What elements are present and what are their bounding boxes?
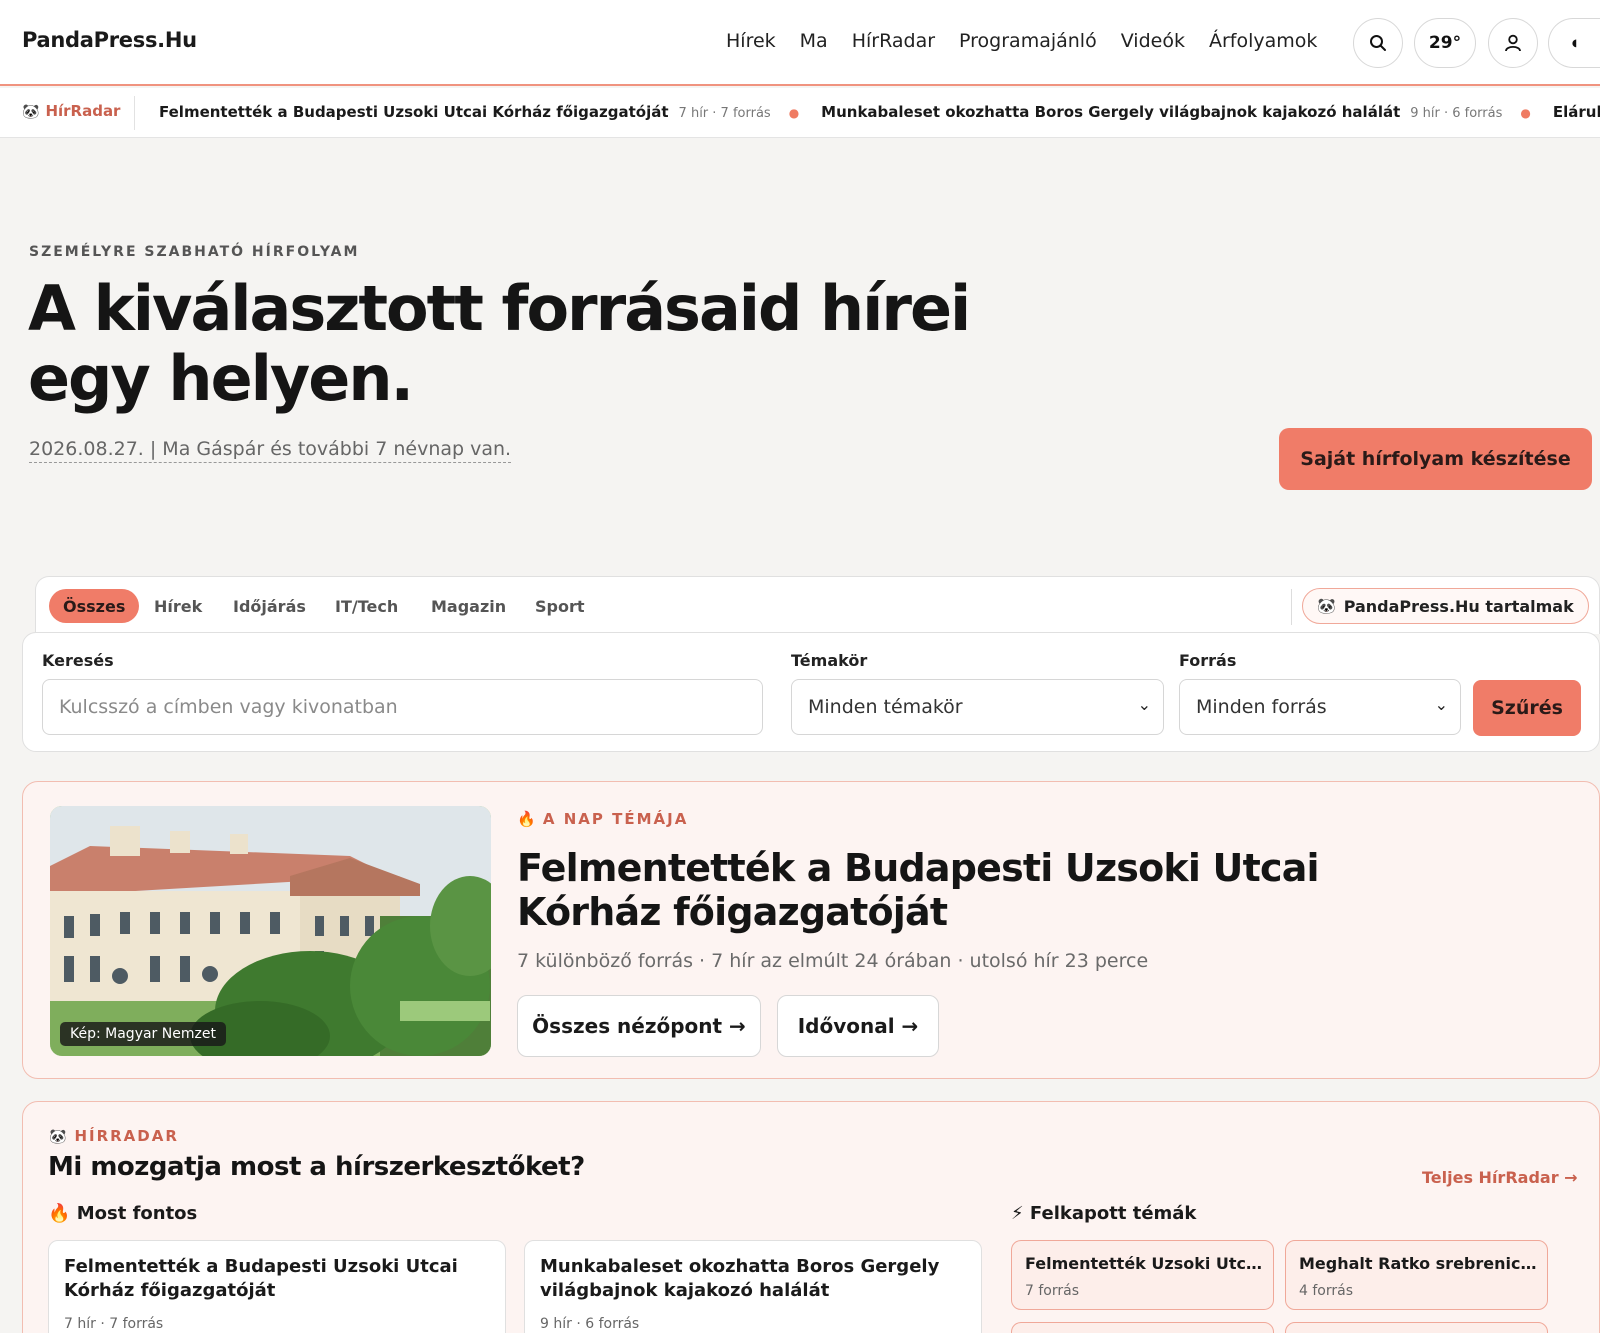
nav-ma[interactable]: Ma (800, 30, 828, 52)
trending-topic-meta: 7 forrás (1025, 1283, 1079, 1299)
source-select[interactable]: Minden forrás ⌄ (1179, 679, 1461, 735)
chevron-down-icon: ⌄ (1434, 695, 1448, 714)
hero-title: A kiválasztott forrásaid hírei egy helye… (28, 272, 971, 415)
bullet-icon: ● (788, 106, 800, 120)
own-content-toggle[interactable]: 🐼 PandaPress.Hu tartalmak (1302, 588, 1589, 624)
create-feed-button[interactable]: Saját hírfolyam készítése (1279, 428, 1592, 490)
search-icon (1370, 35, 1386, 51)
ticker-meta: 7 hír · 7 forrás (678, 106, 771, 121)
tab-it-tech[interactable]: IT/Tech (321, 589, 412, 623)
nav-hirradar[interactable]: HírRadar (852, 30, 935, 52)
featured-kicker: 🔥 A NAP TÉMÁJA (517, 810, 689, 828)
fire-icon: 🔥 (48, 1203, 71, 1224)
account-button[interactable] (1488, 18, 1538, 68)
moon-icon: ◖ (1571, 37, 1578, 49)
trending-topic-card[interactable]: Meghalt Ratko srebrenicai ... 4 forrás (1285, 1240, 1548, 1310)
site-header: PandaPress.Hu Hírek Ma HírRadar Programa… (0, 0, 1600, 86)
search-label: Keresés (42, 651, 114, 670)
tab-idojaras[interactable]: Időjárás (219, 589, 320, 623)
trending-topic-meta: 4 forrás (1299, 1283, 1353, 1299)
top-news-card[interactable]: Munkabaleset okozhatta Boros Gergely vil… (524, 1240, 982, 1333)
trending-topic-card[interactable] (1285, 1322, 1548, 1333)
trending-topic-title: Felmentették Uzsoki Utcai ... (1025, 1254, 1265, 1273)
hospital-building-illustration (50, 806, 491, 1056)
ticker-track: Felmentették a Budapesti Uzsoki Utcai Kó… (159, 103, 1600, 121)
top-news-card[interactable]: Felmentették a Budapesti Uzsoki Utcai Kó… (48, 1240, 506, 1333)
full-radar-link[interactable]: Teljes HírRadar → (1422, 1168, 1578, 1187)
top-news-title: Munkabaleset okozhatta Boros Gergely vil… (540, 1256, 940, 1301)
panda-icon: 🐼 (1317, 597, 1336, 615)
divider (1291, 589, 1292, 625)
trending-label: ⚡ Felkapott témák (1011, 1203, 1197, 1224)
chevron-down-icon: ⌄ (1137, 695, 1151, 714)
ticker-brand[interactable]: 🐼 HírRadar (22, 102, 120, 120)
hero-date-line[interactable]: 2026.08.27. | Ma Gáspár és további 7 név… (29, 438, 512, 463)
filter-form: Keresés Kulcsszó a címben vagy kivonatba… (22, 632, 1600, 752)
topic-select[interactable]: Minden témakör ⌄ (791, 679, 1164, 735)
featured-story: Kép: Magyar Nemzet 🔥 A NAP TÉMÁJA Felmen… (22, 781, 1600, 1079)
search-button[interactable] (1353, 18, 1403, 68)
tab-osszes[interactable]: Összes (49, 589, 140, 623)
nav-programajanlo[interactable]: Programajánló (959, 30, 1097, 52)
nav-videok[interactable]: Videók (1121, 30, 1185, 52)
ticker-item[interactable]: Munkabaleset okozhatta Boros Gergely vil… (821, 103, 1400, 121)
divider (134, 96, 135, 130)
filter-submit-button[interactable]: Szűrés (1473, 680, 1581, 736)
timeline-button[interactable]: Idővonal → (777, 995, 939, 1057)
top-news-title: Felmentették a Budapesti Uzsoki Utcai Kó… (64, 1256, 458, 1301)
featured-image[interactable]: Kép: Magyar Nemzet (50, 806, 491, 1056)
tab-hirek[interactable]: Hírek (140, 589, 216, 623)
lightning-icon: ⚡ (1011, 1203, 1024, 1224)
radar-kicker: 🐼 HÍRRADAR (49, 1127, 179, 1145)
featured-meta: 7 különböző forrás · 7 hír az elmúlt 24 … (517, 950, 1149, 972)
panda-icon: 🐼 (22, 104, 40, 120)
tab-sport[interactable]: Sport (521, 589, 599, 623)
nav-hirek[interactable]: Hírek (726, 30, 776, 52)
top-news-meta: 7 hír · 7 forrás (64, 1316, 164, 1332)
ticker-item[interactable]: Felmentették a Budapesti Uzsoki Utcai Kó… (159, 103, 669, 121)
image-credit: Kép: Magyar Nemzet (60, 1022, 226, 1046)
theme-toggle-button[interactable]: ◖ (1548, 18, 1600, 68)
panda-icon: 🐼 (49, 1129, 67, 1145)
trending-topic-title: Meghalt Ratko srebrenicai ... (1299, 1254, 1539, 1273)
category-tabs: Összes Hírek Időjárás IT/Tech Magazin Sp… (35, 576, 1600, 634)
hero-kicker: SZEMÉLYRE SZABHATÓ HÍRFOLYAM (29, 244, 360, 260)
radar-title: Mi mozgatja most a hírszerkesztőket? (48, 1152, 585, 1182)
main-nav: Hírek Ma HírRadar Programajánló Videók Á… (726, 30, 1341, 52)
weather-button[interactable]: 29° (1414, 18, 1476, 68)
search-input[interactable]: Kulcsszó a címben vagy kivonatban (42, 679, 763, 735)
bullet-icon: ● (1520, 106, 1531, 120)
featured-title[interactable]: Felmentették a Budapesti Uzsoki Utcai Kó… (517, 846, 1417, 934)
nav-arfolyamok[interactable]: Árfolyamok (1209, 30, 1317, 52)
top-news-meta: 9 hír · 6 forrás (540, 1316, 640, 1332)
ticker-meta: 9 hír · 6 forrás (1410, 106, 1503, 121)
trending-topic-card[interactable]: Felmentették Uzsoki Utcai ... 7 forrás (1011, 1240, 1274, 1310)
hirradar-section: 🐼 HÍRRADAR Mi mozgatja most a hírszerkesz… (22, 1101, 1600, 1333)
ticker-item[interactable]: Elárulta a Tisza (1553, 103, 1600, 121)
tab-magazin[interactable]: Magazin (417, 589, 520, 623)
all-viewpoints-button[interactable]: Összes nézőpont → (517, 995, 761, 1057)
user-icon (1505, 34, 1521, 52)
trending-topic-card[interactable] (1011, 1322, 1274, 1333)
source-label: Forrás (1179, 651, 1237, 670)
topic-label: Témakör (791, 651, 868, 670)
site-logo[interactable]: PandaPress.Hu (22, 28, 197, 52)
top-news-label: 🔥 Most fontos (48, 1203, 198, 1224)
fire-icon: 🔥 (517, 810, 536, 828)
news-ticker: 🐼 HírRadar Felmentették a Budapesti Uzsok… (0, 88, 1600, 138)
